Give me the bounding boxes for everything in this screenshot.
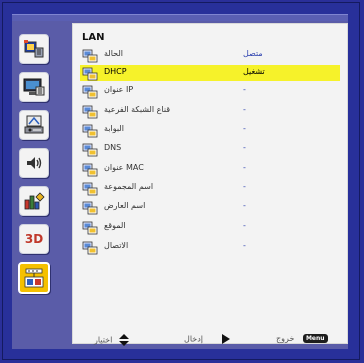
network-item-icon (82, 143, 98, 157)
lan-row-value: - (243, 182, 246, 191)
lan-row-value: - (243, 163, 246, 172)
settings-icon[interactable] (19, 110, 49, 140)
network-item-icon (82, 201, 98, 215)
footer-exit-hint: خروج Menu (276, 334, 328, 343)
lan-row-label: DHCP (104, 67, 127, 76)
lan-row-value: - (243, 241, 246, 250)
lan-row-status[interactable]: الحالة متصل (80, 47, 340, 63)
lan-row-contact[interactable]: الاتصال - (80, 239, 340, 255)
footer-enter-hint: إدخال (184, 334, 230, 344)
network-item-icon (82, 182, 98, 196)
lan-row-location[interactable]: الموقع - (80, 219, 340, 235)
lan-row-value: - (243, 221, 246, 230)
footer-hints: اختيار إدخال خروج Menu (72, 330, 348, 352)
lan-row-group-name[interactable]: اسم المجموعة - (80, 180, 340, 196)
display-icon[interactable] (19, 72, 49, 102)
lan-row-value: - (243, 201, 246, 210)
menu-key-icon: Menu (302, 334, 328, 343)
options-glyph (24, 192, 45, 210)
lan-row-value: - (243, 124, 246, 133)
footer-exit-label: خروج (276, 334, 295, 343)
options-icon[interactable] (19, 186, 49, 216)
network-item-icon (82, 241, 98, 255)
lan-row-label: DNS (104, 143, 122, 152)
3d-icon-label: 3D (24, 232, 44, 246)
network-item-icon (82, 124, 98, 138)
lan-row-value: تشغيل (243, 67, 265, 76)
settings-glyph (24, 115, 44, 134)
footer-select-hint: اختيار (94, 334, 129, 346)
lan-row-label: قناع الشبكة الفرعية (104, 105, 171, 114)
lan-row-label: الاتصال (104, 241, 129, 250)
lan-row-value: - (243, 85, 246, 94)
lan-content-panel: LAN الحالة متصل DHCP تشغيل عنوان IP - قن… (72, 23, 348, 344)
lan-row-label: عنوان MAC (104, 163, 144, 172)
lan-row-label: الموقع (104, 221, 126, 230)
lan-row-label: اسم العارض (104, 201, 146, 210)
network-item-icon (82, 105, 98, 119)
network-glyph (24, 268, 44, 288)
lan-row-ip-address[interactable]: عنوان IP - (80, 83, 340, 99)
image-settings-glyph (24, 40, 44, 58)
lan-row-dns[interactable]: DNS - (80, 141, 340, 157)
network-item-icon (82, 163, 98, 177)
lan-row-value: - (243, 105, 246, 114)
lan-row-dhcp[interactable]: DHCP تشغيل (80, 65, 340, 81)
network-item-icon (82, 221, 98, 235)
menu-sidebar: 3D (14, 24, 71, 342)
lan-row-mac-address[interactable]: عنوان MAC - (80, 161, 340, 177)
lan-row-subnet-mask[interactable]: قناع الشبكة الفرعية - (80, 103, 340, 119)
volume-icon[interactable] (19, 148, 49, 178)
display-glyph (23, 78, 45, 96)
lan-row-label: اسم المجموعة (104, 182, 154, 191)
lan-row-label: الحالة (104, 49, 123, 58)
lan-row-label: عنوان IP (104, 85, 134, 94)
volume-glyph (27, 157, 42, 169)
footer-enter-label: إدخال (184, 334, 203, 344)
network-item-icon (82, 67, 98, 81)
lan-row-projector-name[interactable]: اسم العارض - (80, 199, 340, 215)
up-down-arrows-icon (118, 334, 129, 346)
lan-row-value: - (243, 143, 246, 152)
lan-row-gateway[interactable]: البوابة - (80, 122, 340, 138)
network-item-icon (82, 85, 98, 99)
network-icon[interactable] (18, 262, 50, 294)
lan-row-value: متصل (243, 49, 263, 58)
3d-icon[interactable]: 3D (19, 224, 49, 254)
lan-row-label: البوابة (104, 124, 124, 133)
image-settings-icon[interactable] (19, 34, 49, 64)
enter-arrow-icon (221, 334, 230, 344)
section-title: LAN (82, 32, 105, 43)
footer-select-label: اختيار (94, 335, 113, 345)
network-item-icon (82, 49, 98, 63)
